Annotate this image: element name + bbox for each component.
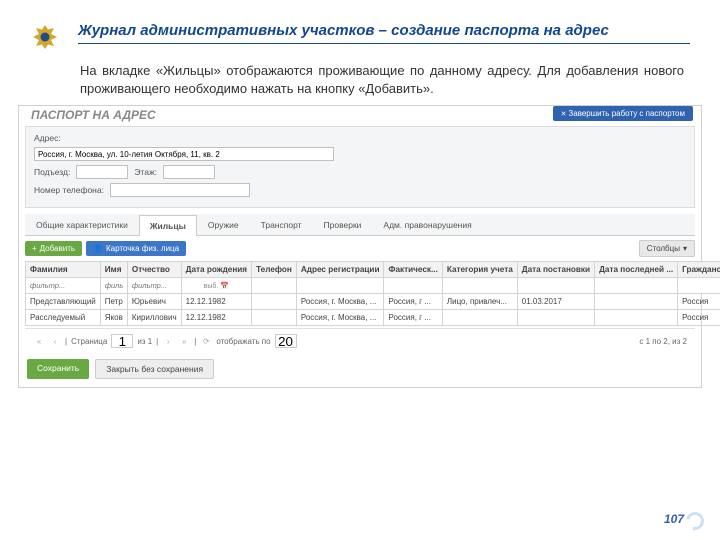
col-header-10[interactable]: Гражданство bbox=[678, 262, 720, 278]
close-button[interactable]: Закрыть без сохранения bbox=[95, 359, 214, 379]
pager-of: из 1 bbox=[137, 337, 152, 346]
cell: Яков bbox=[100, 310, 127, 326]
table-toolbar: +Добавить 👤Карточка физ. лица Столбцы ▾ bbox=[19, 236, 701, 261]
end-work-button[interactable]: Завершить работу с паспортом bbox=[553, 106, 693, 121]
filter-input-4[interactable] bbox=[256, 281, 292, 290]
cell: 01.03.2017 bbox=[517, 294, 594, 310]
entrance-input[interactable] bbox=[76, 165, 128, 179]
col-header-8[interactable]: Дата постановки bbox=[517, 262, 594, 278]
plus-icon: + bbox=[32, 244, 37, 253]
table-row[interactable]: ПредставляющийПетрЮрьевич12.12.1982 Росси… bbox=[26, 294, 720, 310]
label-phone: Номер телефона: bbox=[34, 185, 104, 195]
filter-input-8[interactable] bbox=[522, 281, 590, 290]
cell: Юрьевич bbox=[127, 294, 181, 310]
cell: Расследуемый bbox=[26, 310, 101, 326]
chevron-down-icon: ▾ bbox=[683, 244, 687, 253]
cell: Петр bbox=[100, 294, 127, 310]
tab-5[interactable]: Адм. правонарушения bbox=[372, 214, 482, 235]
cell: Россия, г. Москва, ... bbox=[296, 310, 384, 326]
col-header-2[interactable]: Отчество bbox=[127, 262, 181, 278]
columns-button[interactable]: Столбцы ▾ bbox=[639, 240, 695, 257]
col-header-1[interactable]: Имя bbox=[100, 262, 127, 278]
pager: « ‹ | Страница из 1 | › » | ⟳ отображать… bbox=[25, 328, 695, 353]
tabs: Общие характеристикиЖильцыОружиеТранспор… bbox=[25, 214, 695, 236]
tab-3[interactable]: Транспорт bbox=[250, 214, 313, 235]
address-input[interactable] bbox=[34, 147, 334, 161]
cell: Россия bbox=[678, 310, 720, 326]
slide-header: Журнал административных участков – созда… bbox=[0, 0, 720, 56]
pager-summary: с 1 по 2, из 2 bbox=[639, 337, 687, 346]
cell bbox=[442, 310, 517, 326]
filter-input-0[interactable] bbox=[30, 281, 96, 290]
col-header-9[interactable]: Дата последней ... bbox=[595, 262, 678, 278]
person-card-button[interactable]: 👤Карточка физ. лица bbox=[86, 241, 186, 256]
tab-1[interactable]: Жильцы bbox=[139, 215, 197, 236]
pager-page-input[interactable] bbox=[111, 334, 133, 348]
col-header-5[interactable]: Адрес регистрации bbox=[296, 262, 384, 278]
emblem-icon bbox=[30, 22, 60, 52]
cell: Россия, г ... bbox=[384, 310, 442, 326]
cell: Россия, г ... bbox=[384, 294, 442, 310]
filter-input-10[interactable] bbox=[682, 281, 720, 290]
pager-first-icon[interactable]: « bbox=[33, 335, 45, 347]
label-entrance: Подъезд: bbox=[34, 167, 70, 177]
address-form: Адрес: Подъезд: Этаж: Номер телефона: bbox=[25, 126, 695, 208]
pager-prev-icon[interactable]: ‹ bbox=[49, 335, 61, 347]
pager-display-label: отображать по bbox=[216, 337, 270, 346]
cell: Россия bbox=[678, 294, 720, 310]
pager-next-icon[interactable]: › bbox=[162, 335, 174, 347]
filter-input-6[interactable] bbox=[388, 281, 437, 290]
cell bbox=[252, 310, 297, 326]
cell: Лицо, привлеч... bbox=[442, 294, 517, 310]
col-header-4[interactable]: Телефон bbox=[252, 262, 297, 278]
decorative-swirl bbox=[683, 509, 708, 534]
cell: Кириллович bbox=[127, 310, 181, 326]
filter-input-7[interactable] bbox=[447, 281, 513, 290]
col-header-7[interactable]: Категория учета bbox=[442, 262, 517, 278]
pager-refresh-icon[interactable]: ⟳ bbox=[200, 335, 212, 347]
cell: 12.12.1982 bbox=[181, 294, 251, 310]
cell bbox=[595, 310, 678, 326]
tab-2[interactable]: Оружие bbox=[197, 214, 250, 235]
cell bbox=[595, 294, 678, 310]
slide-description: На вкладке «Жильцы» отображаются прожива… bbox=[0, 56, 720, 105]
slide-title: Журнал административных участков – созда… bbox=[78, 22, 690, 41]
label-address: Адрес: bbox=[34, 133, 61, 143]
save-bar: Сохранить Закрыть без сохранения bbox=[19, 353, 701, 387]
app-panel: ПАСПОРТ НА АДРЕС Завершить работу с пасп… bbox=[18, 105, 702, 388]
cell: Россия, г. Москва, ... bbox=[296, 294, 384, 310]
table-row[interactable]: РасследуемыйЯковКириллович12.12.1982 Росс… bbox=[26, 310, 720, 326]
pager-page-label: Страница bbox=[71, 337, 107, 346]
filter-input-9[interactable] bbox=[599, 281, 673, 290]
person-icon: 👤 bbox=[93, 244, 103, 253]
tab-4[interactable]: Проверки bbox=[313, 214, 373, 235]
page-number: 107 bbox=[664, 512, 684, 526]
col-header-6[interactable]: Фактическ... bbox=[384, 262, 442, 278]
filter-input-2[interactable] bbox=[132, 281, 177, 290]
add-button[interactable]: +Добавить bbox=[25, 241, 82, 256]
cell bbox=[517, 310, 594, 326]
cell: Представляющий bbox=[26, 294, 101, 310]
label-floor: Этаж: bbox=[134, 167, 157, 177]
pager-last-icon[interactable]: » bbox=[178, 335, 190, 347]
phone-input[interactable] bbox=[110, 183, 250, 197]
tab-0[interactable]: Общие характеристики bbox=[25, 214, 139, 235]
filter-input-1[interactable] bbox=[105, 281, 123, 290]
filter-input-5[interactable] bbox=[301, 281, 380, 290]
floor-input[interactable] bbox=[163, 165, 215, 179]
card-title: ПАСПОРТ НА АДРЕС bbox=[23, 106, 164, 122]
residents-table: ФамилияИмяОтчествоДата рожденияТелефонАд… bbox=[25, 261, 720, 326]
cell bbox=[252, 294, 297, 310]
col-header-0[interactable]: Фамилия bbox=[26, 262, 101, 278]
date-filter[interactable]: выб. 📅 bbox=[186, 282, 247, 290]
pager-perpage-input[interactable] bbox=[275, 334, 297, 348]
col-header-3[interactable]: Дата рождения bbox=[181, 262, 251, 278]
cell: 12.12.1982 bbox=[181, 310, 251, 326]
save-button[interactable]: Сохранить bbox=[27, 359, 89, 379]
